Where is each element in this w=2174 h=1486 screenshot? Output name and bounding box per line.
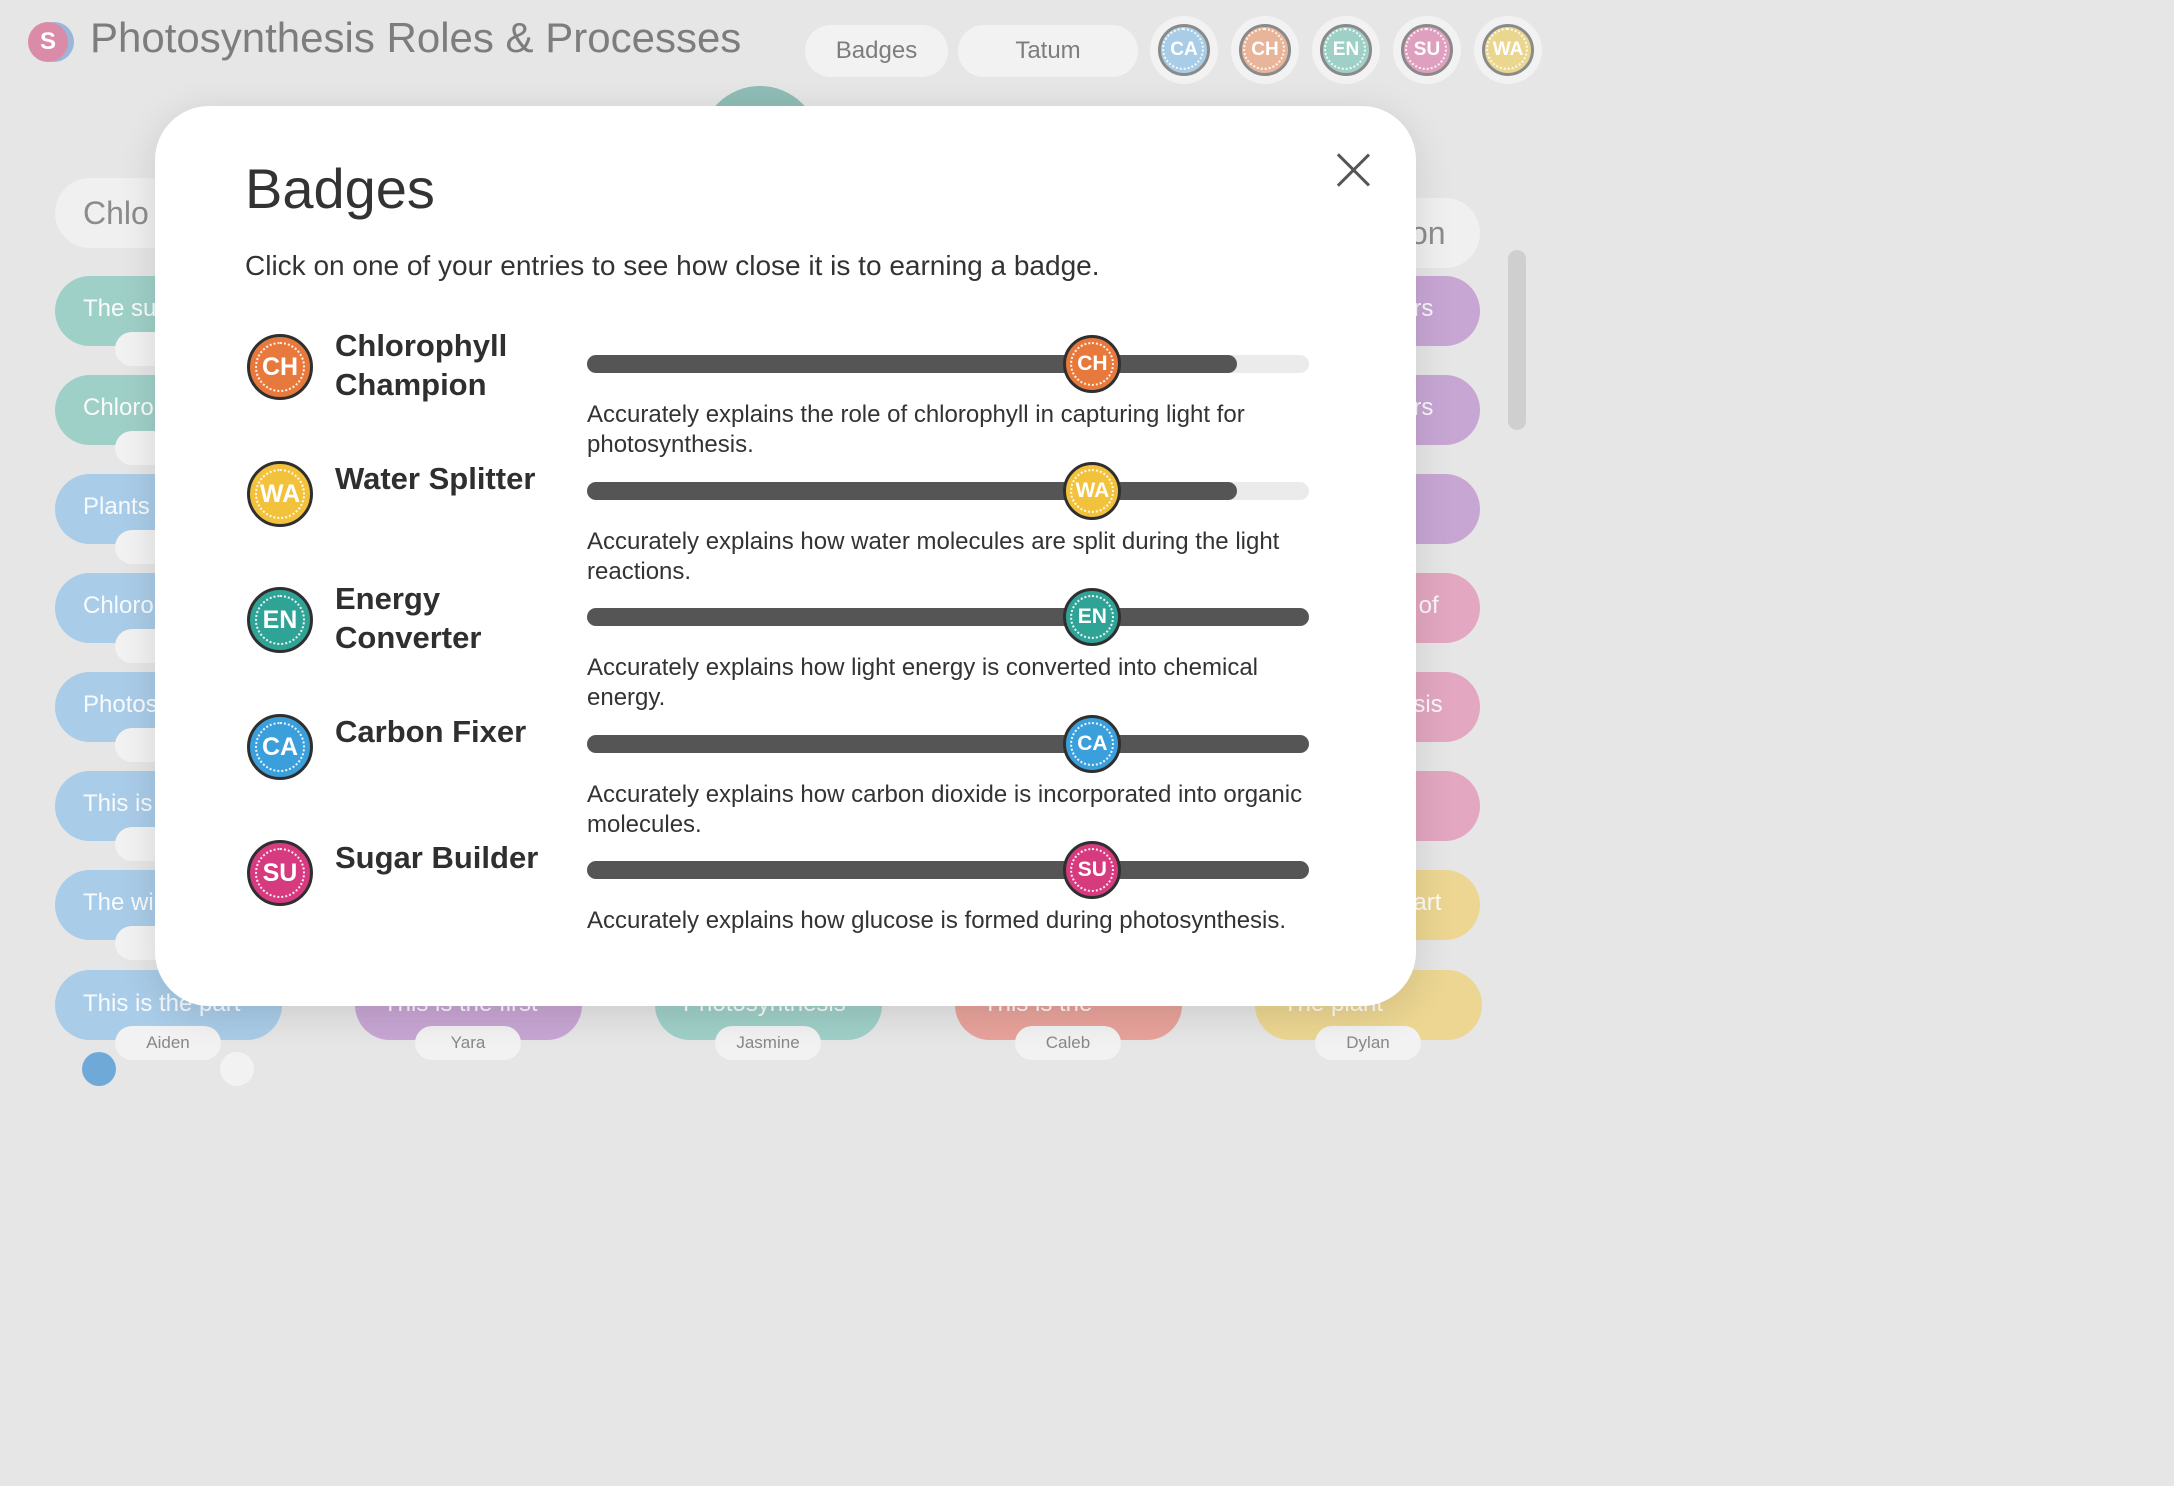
badge-en-icon: EN [247,587,313,653]
badge-code: WA [259,479,301,508]
scrollbar[interactable] [1508,250,1526,430]
badge-description: Accurately explains how water molecules … [587,527,1280,585]
top-bar: S Photosynthesis Roles & Processes Badge… [0,0,1568,100]
badge-code: CA [261,732,299,761]
header-badge-ca[interactable]: CA [1150,16,1218,84]
badge-progress-track: CA [587,714,1309,773]
badge-name: Sugar Builder [335,840,539,875]
badge-dots-decoration [1405,28,1447,70]
badge-row-ch[interactable]: CH Chlorophyll Champion CH Accurately expla… [155,328,1416,458]
badge-progress-marker-ch-icon[interactable]: CH [1063,335,1122,393]
badge-dots-decoration [1324,28,1366,70]
badge-code: CH [261,353,299,381]
badge-progress-fill [587,608,1309,626]
header-badge-wa[interactable]: WA [1474,16,1542,84]
badge-marker-code: CH [1077,352,1108,375]
badge-marker-code: SU [1077,858,1107,881]
badge-progress-marker-en-icon[interactable]: EN [1063,588,1122,646]
header-badge-en[interactable]: EN [1312,16,1380,84]
badge-description: Accurately explains how carbon dioxide i… [587,780,1303,838]
badge-progress-fill [587,355,1237,373]
card-author-pill: Yara [415,1026,521,1060]
badge-marker-code: WA [1075,478,1110,502]
badge-wa-icon: WA [247,460,313,527]
card-author-pill: Dylan [1315,1026,1421,1060]
badge-marker-code: EN [1077,605,1107,628]
badge-name: Water Splitter [335,460,536,496]
badge-description: Accurately explains the role of chloroph… [587,401,1245,458]
app-title: Photosynthesis Roles & Processes [90,14,742,61]
badge-progress-track: CH [587,335,1309,393]
modal-title: Badges [245,157,435,220]
badge-description: Accurately explains how light energy is … [587,654,1259,711]
card-author-pill: Jasmine [715,1026,821,1060]
badge-ca-icon: CA [247,713,313,780]
badge-dots-decoration [1486,28,1528,70]
badge-progress-track: EN [587,588,1309,646]
badge-progress-marker-su-icon[interactable]: SU [1063,841,1122,899]
logo-letter: S [28,22,68,62]
badge-progress-track: SU [587,841,1309,899]
badge-progress-fill [587,481,1237,500]
badge-name: Carbon Fixer [335,713,527,749]
badge-row-su[interactable]: SU Sugar Builder SU Accurately explains how… [155,834,1416,960]
badge-description: Accurately explains how glucose is forme… [587,907,1287,934]
background-avatar-dot [220,1052,254,1086]
header-badge-su[interactable]: SU [1393,16,1461,84]
badge-name: Chlorophyll Champion [335,328,508,402]
user-button[interactable]: Tatum [958,25,1138,77]
badge-dots-decoration [1243,28,1285,70]
badge-dots-decoration [1162,28,1204,70]
badge-row-en[interactable]: EN Energy Converter EN Accurately explains … [155,581,1416,711]
badge-progress-track: WA [587,461,1309,520]
header-badge-ch[interactable]: CH [1231,16,1299,84]
badge-progress-fill [587,734,1309,753]
card-author-pill: Aiden [115,1026,221,1060]
badge-ch-icon: CH [247,334,313,400]
card-author-pill: Caleb [1015,1026,1121,1060]
badge-name: Energy Converter [335,581,482,655]
badges-button[interactable]: Badges [805,25,948,77]
badge-row-wa[interactable]: WA Water Splitter WA Accurately explains ho… [155,455,1416,585]
badge-marker-code: CA [1077,731,1108,755]
badge-progress-marker-wa-icon[interactable]: WA [1063,461,1122,520]
badge-code: EN [262,606,298,634]
close-icon[interactable] [1333,150,1373,190]
badge-progress-marker-ca-icon[interactable]: CA [1063,714,1122,773]
modal-instruction: Click on one of your entries to see how … [245,250,1100,281]
background-avatar-dot [82,1052,116,1086]
badge-code: SU [262,859,298,887]
badge-row-ca[interactable]: CA Carbon Fixer CA Accurately explains how … [155,708,1416,838]
badge-progress-fill [587,861,1309,879]
app-logo[interactable]: S [28,22,74,66]
badges-modal: Badges Click on one of your entries to s… [155,106,1416,1006]
badge-su-icon: SU [247,840,313,906]
